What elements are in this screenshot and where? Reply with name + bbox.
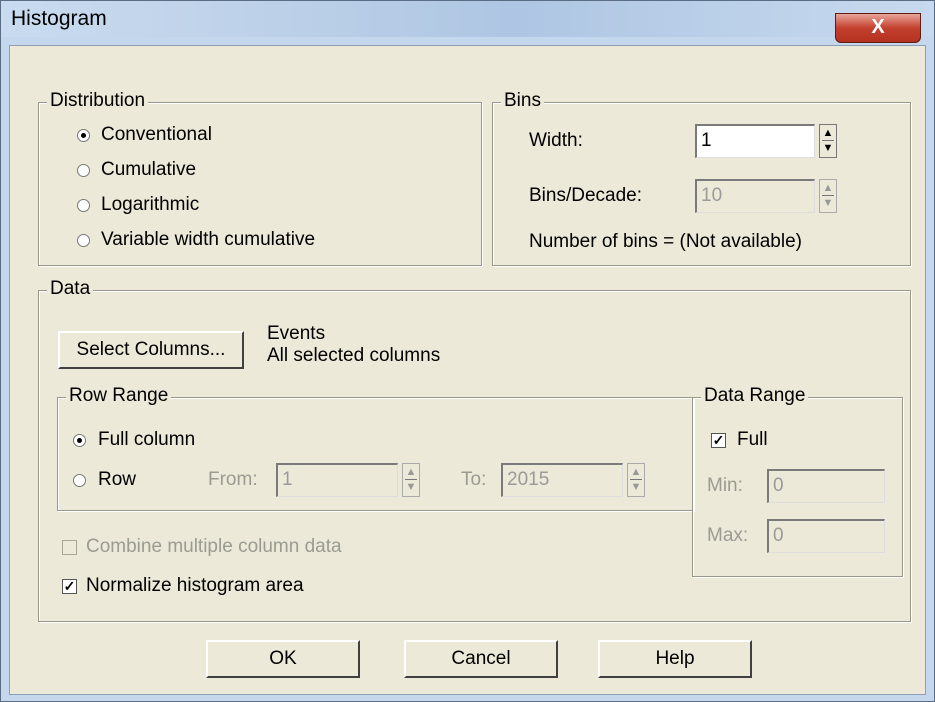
spin-down-icon[interactable]: ▼	[822, 141, 834, 155]
bins-decade-spinner[interactable]: ▲ ▼	[819, 179, 837, 213]
bins-group: Bins Width: 1 ▲ ▼ Bins/Decade: 10 ▲ ▼ Nu…	[492, 90, 911, 266]
events-text: Events	[267, 323, 326, 344]
histogram-dialog: Histogram X Distribution Conventional Cu…	[0, 0, 935, 702]
radio-cumulative[interactable]	[77, 164, 90, 177]
distribution-legend: Distribution	[47, 90, 149, 112]
radio-full-column[interactable]	[73, 434, 86, 447]
radio-row-label[interactable]: Row	[98, 469, 136, 491]
number-of-bins-text: Number of bins = (Not available)	[529, 231, 802, 252]
data-legend: Data	[47, 278, 94, 300]
radio-logarithmic-label[interactable]: Logarithmic	[101, 194, 199, 216]
radio-row[interactable]	[73, 474, 86, 487]
width-spinner[interactable]: ▲ ▼	[819, 124, 837, 158]
spin-up-icon[interactable]: ▲	[630, 465, 642, 480]
distribution-group: Distribution Conventional Cumulative Log…	[38, 90, 482, 266]
from-spinner[interactable]: ▲ ▼	[402, 463, 420, 497]
to-input[interactable]: 2015	[501, 463, 623, 497]
radio-full-column-label[interactable]: Full column	[98, 429, 195, 451]
data-range-group: Data Range ✓ Full Min: 0 Max: 0	[692, 385, 903, 577]
close-button[interactable]: X	[835, 13, 921, 43]
ok-button[interactable]: OK	[206, 640, 360, 678]
full-checkbox-label[interactable]: Full	[737, 429, 768, 451]
radio-cumulative-label[interactable]: Cumulative	[101, 159, 196, 181]
radio-logarithmic[interactable]	[77, 199, 90, 212]
full-checkbox[interactable]: ✓	[711, 433, 726, 448]
window-title: Histogram	[11, 7, 107, 30]
combine-checkbox[interactable]	[62, 540, 77, 555]
select-columns-button[interactable]: Select Columns...	[58, 331, 244, 369]
cancel-button[interactable]: Cancel	[404, 640, 558, 678]
radio-conventional-label[interactable]: Conventional	[101, 124, 212, 146]
radio-conventional[interactable]	[77, 129, 90, 142]
normalize-checkbox[interactable]: ✓	[62, 579, 77, 594]
min-input[interactable]: 0	[767, 469, 885, 503]
spin-up-icon[interactable]: ▲	[822, 126, 834, 141]
from-input[interactable]: 1	[276, 463, 398, 497]
bins-decade-input[interactable]: 10	[695, 179, 815, 213]
row-range-legend: Row Range	[66, 385, 172, 407]
radio-variable-width-cumulative[interactable]	[77, 234, 90, 247]
dialog-body: Distribution Conventional Cumulative Log…	[9, 45, 926, 695]
width-input[interactable]: 1	[695, 124, 815, 158]
min-label: Min:	[707, 475, 743, 496]
width-label: Width:	[529, 130, 583, 151]
bins-legend: Bins	[501, 90, 544, 112]
spin-up-icon[interactable]: ▲	[822, 181, 834, 196]
help-button[interactable]: Help	[598, 640, 752, 678]
close-icon: X	[871, 16, 885, 38]
data-group: Data Select Columns... Events All select…	[38, 278, 911, 622]
max-input[interactable]: 0	[767, 519, 885, 553]
spin-up-icon[interactable]: ▲	[405, 465, 417, 480]
selected-columns-text: All selected columns	[267, 345, 441, 366]
normalize-checkbox-label[interactable]: Normalize histogram area	[86, 575, 304, 597]
title-bar[interactable]: Histogram X	[1, 1, 934, 43]
spin-down-icon[interactable]: ▼	[630, 480, 642, 494]
data-range-legend: Data Range	[701, 385, 809, 407]
row-range-group: Row Range Full column Row From: 1 ▲ ▼ To…	[57, 385, 694, 511]
spin-down-icon[interactable]: ▼	[822, 196, 834, 210]
radio-variable-width-cumulative-label[interactable]: Variable width cumulative	[101, 229, 315, 251]
from-label: From:	[208, 469, 258, 490]
to-label: To:	[461, 469, 487, 490]
to-spinner[interactable]: ▲ ▼	[627, 463, 645, 497]
combine-checkbox-label[interactable]: Combine multiple column data	[86, 536, 342, 558]
bins-decade-label: Bins/Decade:	[529, 185, 643, 206]
spin-down-icon[interactable]: ▼	[405, 480, 417, 494]
max-label: Max:	[707, 525, 749, 546]
